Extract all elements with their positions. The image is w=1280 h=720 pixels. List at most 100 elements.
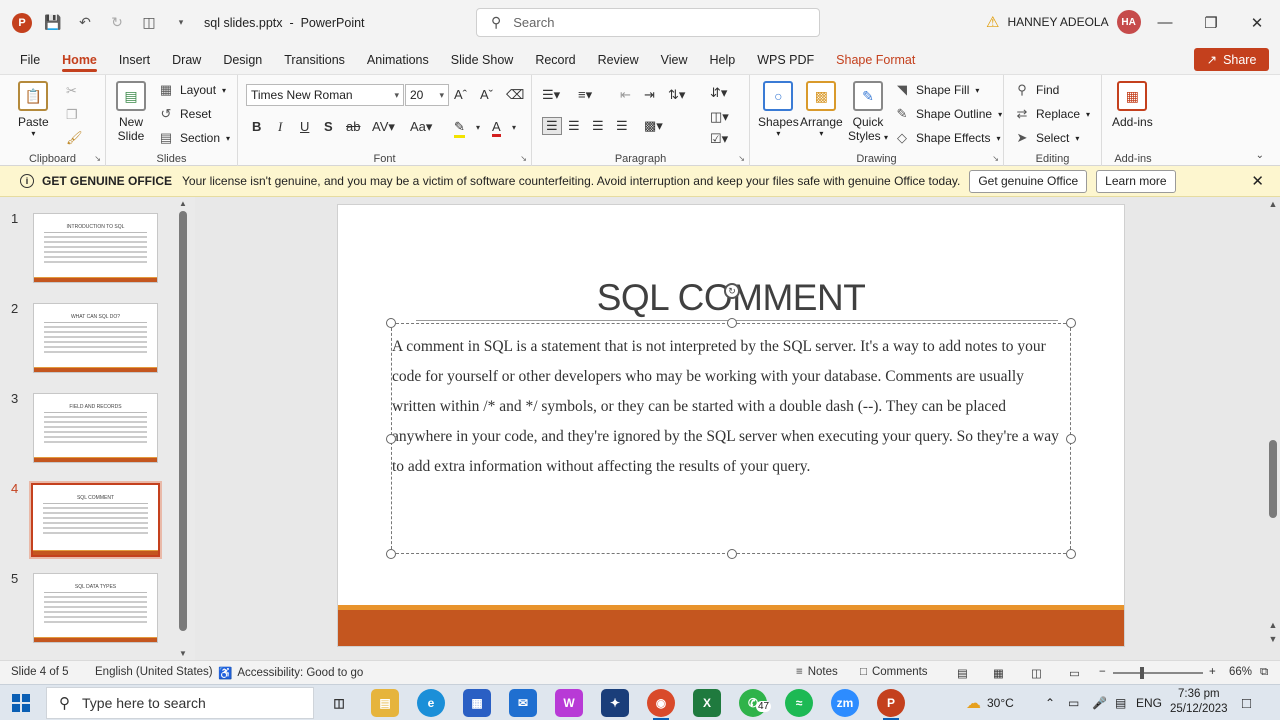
slide-canvas[interactable]: SQL COMMENT ↻ A comment in SQL is a stat…: [337, 204, 1125, 647]
justify-icon[interactable]: ☰: [616, 118, 628, 134]
format-painter-icon[interactable]: 🖌: [66, 130, 83, 146]
slide-thumbnail[interactable]: WHAT CAN SQL DO?: [33, 303, 158, 373]
tab-wps-pdf[interactable]: WPS PDF: [757, 45, 814, 74]
clear-formatting-icon[interactable]: ⌫: [506, 87, 524, 103]
excel-icon[interactable]: X: [693, 689, 721, 717]
line-spacing-icon[interactable]: ⇅▾: [668, 87, 685, 103]
sql-server-icon[interactable]: ✦: [601, 689, 629, 717]
scrollbar-thumb[interactable]: [179, 211, 187, 631]
scrollbar-thumb[interactable]: [1269, 440, 1277, 518]
scroll-up-icon[interactable]: ▲: [177, 199, 189, 208]
shape-fill-button[interactable]: ◥ Shape Fill ▾: [894, 82, 979, 98]
scroll-up-icon[interactable]: ▲: [1266, 199, 1280, 209]
tab-insert[interactable]: Insert: [119, 45, 150, 74]
resize-handle[interactable]: [1066, 434, 1076, 444]
paste-button[interactable]: 📋 Paste ▾: [18, 81, 49, 138]
font-color-icon[interactable]: A: [492, 119, 501, 137]
align-text-icon[interactable]: ◫▾: [710, 109, 729, 125]
select-button[interactable]: ➤ Select ▾: [1014, 130, 1080, 146]
highlight-icon[interactable]: ✎: [454, 119, 465, 138]
powerpoint-taskbar-icon[interactable]: P: [877, 689, 905, 720]
text-direction-icon[interactable]: ⇵▾: [710, 85, 727, 101]
align-center-icon[interactable]: ☰: [568, 118, 580, 134]
collapse-ribbon-icon[interactable]: ⌄: [1256, 150, 1264, 161]
zoom-level[interactable]: 66%: [1229, 666, 1252, 678]
resize-handle[interactable]: [386, 318, 396, 328]
shadow-icon[interactable]: S: [324, 119, 333, 134]
new-slide-button[interactable]: ▤ New Slide: [116, 81, 146, 143]
chevron-up-icon[interactable]: ⌃: [1045, 685, 1055, 720]
slide-body-text[interactable]: A comment in SQL is a statement that is …: [392, 332, 1060, 482]
zoom-slider[interactable]: [1113, 672, 1203, 674]
strikethrough-icon[interactable]: ab: [346, 119, 360, 134]
slideshow-view-icon[interactable]: ▭: [1069, 666, 1080, 680]
taskbar-search-input[interactable]: ⚲ Type here to search: [46, 687, 314, 719]
slide-scrollbar[interactable]: ▲ ▲ ▼: [1266, 197, 1280, 660]
comments-button[interactable]: □ Comments: [860, 666, 928, 678]
tab-file[interactable]: File: [20, 45, 40, 74]
zoom-slider-thumb[interactable]: [1140, 667, 1144, 679]
save-icon[interactable]: 💾: [42, 12, 64, 34]
notes-button[interactable]: ≡ Notes: [796, 666, 838, 678]
zoom-out-icon[interactable]: −: [1099, 666, 1106, 678]
font-size-dropdown[interactable]: 20 ▾: [405, 84, 449, 106]
notification-icon[interactable]: □: [1242, 685, 1251, 720]
shapes-button[interactable]: ○ Shapes ▾: [758, 81, 799, 138]
battery-icon[interactable]: ▭: [1068, 685, 1079, 720]
decrease-font-icon[interactable]: Aˇ: [480, 87, 493, 102]
increase-font-icon[interactable]: Aˆ: [454, 87, 467, 102]
minimize-icon[interactable]: —: [1142, 0, 1188, 45]
layout-button[interactable]: ▦ Layout ▾: [158, 82, 226, 98]
resize-handle[interactable]: [1066, 549, 1076, 559]
reset-button[interactable]: ↺ Reset: [158, 106, 212, 122]
clock[interactable]: 7:36 pm 25/12/2023: [1170, 687, 1228, 717]
resize-handle[interactable]: [386, 434, 396, 444]
tab-home[interactable]: Home: [62, 45, 97, 74]
bullets-icon[interactable]: ☰▾: [542, 87, 560, 103]
shape-outline-button[interactable]: ✎ Shape Outline ▾: [894, 106, 1003, 122]
body-text-box[interactable]: A comment in SQL is a statement that is …: [386, 318, 1076, 559]
font-name-dropdown[interactable]: Times New Roman ▾: [246, 84, 404, 106]
redo-icon[interactable]: ↻: [106, 12, 128, 34]
columns-icon[interactable]: ▩▾: [644, 118, 663, 134]
network-icon[interactable]: ▤: [1115, 685, 1126, 720]
scroll-down-icon[interactable]: ▼: [177, 649, 189, 658]
microphone-icon[interactable]: 🎤: [1092, 685, 1107, 720]
normal-view-icon[interactable]: ▤: [957, 666, 968, 680]
slide-thumbnail[interactable]: SQL COMMENT: [29, 481, 162, 559]
file-explorer-icon[interactable]: ▤: [371, 689, 399, 717]
maximize-icon[interactable]: ❐: [1188, 0, 1234, 45]
arrange-button[interactable]: ▩ Arrange ▾: [800, 81, 843, 138]
fit-to-window-icon[interactable]: ⧉: [1260, 666, 1268, 679]
tab-help[interactable]: Help: [709, 45, 735, 74]
tab-draw[interactable]: Draw: [172, 45, 201, 74]
chrome-icon[interactable]: ◉: [647, 689, 675, 720]
windows-start-icon[interactable]: [12, 694, 30, 712]
weather-widget[interactable]: ☁ 30°C: [966, 685, 1014, 720]
resize-handle[interactable]: [727, 549, 737, 559]
resize-handle[interactable]: [1066, 318, 1076, 328]
zoom-icon[interactable]: zm: [831, 689, 859, 717]
tab-shape-format[interactable]: Shape Format: [836, 45, 915, 74]
mail-icon[interactable]: ✉: [509, 689, 537, 717]
reading-view-icon[interactable]: ◫: [1031, 666, 1042, 680]
tab-design[interactable]: Design: [223, 45, 262, 74]
slide-thumbnail[interactable]: INTRODUCTION TO SQL: [33, 213, 158, 283]
underline-icon[interactable]: U: [300, 119, 309, 134]
microsoft-store-icon[interactable]: ▦: [463, 689, 491, 717]
tab-review[interactable]: Review: [598, 45, 639, 74]
slide-thumbnail[interactable]: SQL DATA TYPES: [33, 573, 158, 643]
prev-slide-icon[interactable]: ▲: [1266, 620, 1280, 630]
resize-handle[interactable]: [386, 549, 396, 559]
numbering-icon[interactable]: ≡▾: [578, 87, 592, 103]
get-genuine-office-button[interactable]: Get genuine Office: [969, 169, 1088, 193]
close-icon[interactable]: ✕: [1251, 172, 1264, 190]
quick-styles-button[interactable]: ✎ Quick Styles ▾: [848, 81, 888, 143]
align-left-icon[interactable]: ☰: [542, 117, 562, 135]
zoom-in-icon[interactable]: +: [1209, 666, 1216, 678]
share-button[interactable]: ↗ Share: [1194, 48, 1269, 71]
wps-icon[interactable]: W: [555, 689, 583, 717]
slide-sorter-icon[interactable]: ▦: [993, 666, 1004, 680]
dialog-launcher-icon[interactable]: ↘: [520, 154, 527, 163]
find-button[interactable]: ⚲ Find: [1014, 82, 1059, 98]
